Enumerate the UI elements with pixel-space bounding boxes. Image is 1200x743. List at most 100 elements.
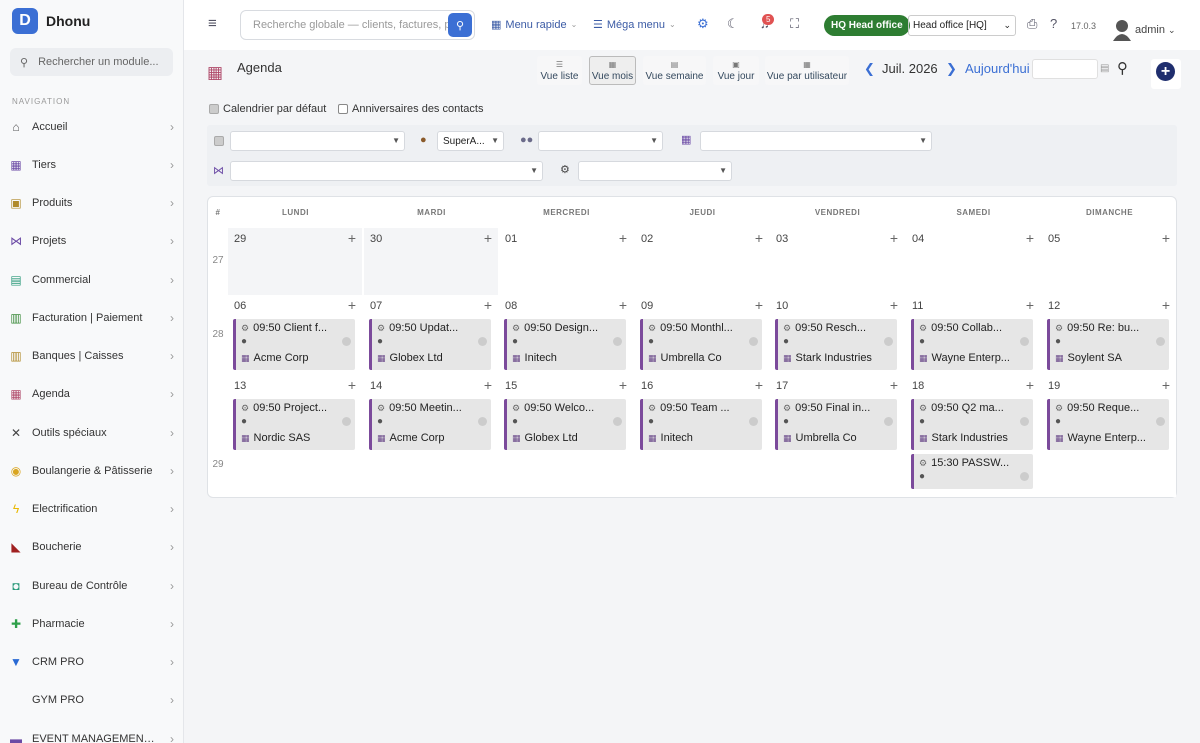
event-card[interactable]: ⚙ 09:50 Final in... ● ▦ Umbrella Co bbox=[775, 399, 897, 450]
sidebar-item-projets[interactable]: ⋈ Projets › bbox=[0, 231, 183, 251]
sidebar-item-outils-sp-ciaux[interactable]: ✕ Outils spéciaux › bbox=[0, 423, 183, 443]
mega-menu-button[interactable]: ☰ Méga menu ⌄ bbox=[593, 18, 676, 32]
add-event-button[interactable]: + bbox=[1156, 62, 1175, 81]
sidebar-item-event-management-p[interactable]: ▬ EVENT MANAGEMENT P... › bbox=[0, 729, 183, 743]
event-card[interactable]: ⚙ 09:50 Updat... ● ▦ Globex Ltd bbox=[369, 319, 491, 370]
next-month-button[interactable]: ❯ bbox=[946, 61, 957, 77]
day-cell[interactable]: 18 + ⚙ 09:50 Q2 ma... ● ▦ Stark Industries ⚙ 15:… bbox=[906, 375, 1040, 497]
default-calendar-checkbox[interactable]: Calendrier par défaut bbox=[209, 103, 326, 115]
event-card[interactable]: ⚙ 09:50 Collab... ● ▦ Wayne Enterp... bbox=[911, 319, 1033, 370]
menu-rapide-button[interactable]: ▦ Menu rapide ⌄ bbox=[491, 18, 577, 32]
birthdays-checkbox[interactable]: Anniversaires des contacts bbox=[338, 103, 483, 115]
sidebar-item-bureau-de-contr-le[interactable]: ◘ Bureau de Contrôle › bbox=[0, 576, 183, 596]
filter-company-select[interactable]: ▼ bbox=[700, 131, 932, 151]
day-cell[interactable]: 14 + ⚙ 09:50 Meetin... ● ▦ Acme Corp bbox=[364, 375, 498, 497]
sidebar-item-crm-pro[interactable]: ▼ CRM PRO › bbox=[0, 652, 183, 672]
day-cell[interactable]: 16 + ⚙ 09:50 Team ... ● ▦ Initech bbox=[635, 375, 769, 497]
day-cell[interactable]: 29 + bbox=[228, 228, 362, 295]
filter-type-select[interactable]: ▼ bbox=[230, 131, 405, 151]
add-event-plus-icon[interactable]: + bbox=[1162, 230, 1170, 246]
sidebar-item-gym-pro[interactable]: GYM PRO › bbox=[0, 690, 183, 710]
sidebar-item-banques-caisses[interactable]: ▥ Banques | Caisses › bbox=[0, 346, 183, 366]
day-cell[interactable]: 07 + ⚙ 09:50 Updat... ● ▦ Globex Ltd bbox=[364, 295, 498, 375]
filter-status-select[interactable]: ▼ bbox=[578, 161, 732, 181]
add-event-plus-icon[interactable]: + bbox=[890, 297, 898, 313]
print-icon[interactable]: ⎙ bbox=[1027, 16, 1037, 32]
user-menu[interactable]: admin ⌄ bbox=[1135, 24, 1176, 36]
add-event-plus-icon[interactable]: + bbox=[755, 297, 763, 313]
event-card[interactable]: ⚙ 15:30 PASSW... ● bbox=[911, 454, 1033, 489]
add-event-plus-icon[interactable]: + bbox=[619, 230, 627, 246]
sidebar-item-facturation-paiement[interactable]: ▥ Facturation | Paiement › bbox=[0, 308, 183, 328]
add-event-plus-icon[interactable]: + bbox=[484, 377, 492, 393]
event-card[interactable]: ⚙ 09:50 Monthl... ● ▦ Umbrella Co bbox=[640, 319, 762, 370]
add-event-plus-icon[interactable]: + bbox=[890, 230, 898, 246]
sidebar-item-pharmacie[interactable]: ✚ Pharmacie › bbox=[0, 614, 183, 634]
event-card[interactable]: ⚙ 09:50 Team ... ● ▦ Initech bbox=[640, 399, 762, 450]
day-cell[interactable]: 05 + bbox=[1042, 228, 1176, 295]
add-event-plus-icon[interactable]: + bbox=[619, 377, 627, 393]
add-event-plus-icon[interactable]: + bbox=[755, 230, 763, 246]
sidebar-item-agenda[interactable]: ▦ Agenda › bbox=[0, 384, 183, 404]
day-cell[interactable]: 19 + ⚙ 09:50 Reque... ● ▦ Wayne Enterp... bbox=[1042, 375, 1176, 497]
add-event-plus-icon[interactable]: + bbox=[484, 230, 492, 246]
sidebar-item-accueil[interactable]: ⌂ Accueil › bbox=[0, 117, 183, 137]
day-cell[interactable]: 11 + ⚙ 09:50 Collab... ● ▦ Wayne Enterp... bbox=[906, 295, 1040, 375]
day-cell[interactable]: 12 + ⚙ 09:50 Re: bu... ● ▦ Soylent SA bbox=[1042, 295, 1176, 375]
checkbox-unchecked[interactable] bbox=[338, 104, 348, 114]
checkbox-checked[interactable] bbox=[209, 104, 219, 114]
add-event-plus-icon[interactable]: + bbox=[348, 230, 356, 246]
view-per-user-button[interactable]: ▦ Vue par utilisateur bbox=[765, 56, 849, 85]
day-cell[interactable]: 06 + ⚙ 09:50 Client f... ● ▦ Acme Corp bbox=[228, 295, 362, 375]
add-event-plus-icon[interactable]: + bbox=[348, 297, 356, 313]
hamburger-icon[interactable]: ≡ bbox=[208, 15, 217, 32]
add-event-plus-icon[interactable]: + bbox=[1162, 297, 1170, 313]
entity-select[interactable]: Head office [HQ] ⌄ bbox=[908, 15, 1016, 36]
event-card[interactable]: ⚙ 09:50 Design... ● ▦ Initech bbox=[504, 319, 626, 370]
event-card[interactable]: ⚙ 09:50 Meetin... ● ▦ Acme Corp bbox=[369, 399, 491, 450]
settings-gear-icon[interactable]: ⚙ bbox=[697, 16, 709, 32]
view-list-button[interactable]: ☰ Vue liste bbox=[537, 56, 582, 85]
add-event-plus-icon[interactable]: + bbox=[348, 377, 356, 393]
day-cell[interactable]: 10 + ⚙ 09:50 Resch... ● ▦ Stark Industries bbox=[770, 295, 904, 375]
add-event-plus-icon[interactable]: + bbox=[1026, 297, 1034, 313]
sidebar-item-boulangerie-p-tisserie[interactable]: ◉ Boulangerie & Pâtisserie › bbox=[0, 461, 183, 481]
help-icon[interactable]: ? bbox=[1050, 16, 1057, 31]
event-card[interactable]: ⚙ 09:50 Resch... ● ▦ Stark Industries bbox=[775, 319, 897, 370]
sidebar-item-electrification[interactable]: ϟ Electrification › bbox=[0, 499, 183, 519]
day-cell[interactable]: 13 + ⚙ 09:50 Project... ● ▦ Nordic SAS bbox=[228, 375, 362, 497]
prev-month-button[interactable]: ❮ bbox=[864, 61, 875, 77]
event-card[interactable]: ⚙ 09:50 Reque... ● ▦ Wayne Enterp... bbox=[1047, 399, 1169, 450]
sidebar-item-tiers[interactable]: ▦ Tiers › bbox=[0, 155, 183, 175]
add-event-plus-icon[interactable]: + bbox=[1162, 377, 1170, 393]
day-cell[interactable]: 04 + bbox=[906, 228, 1040, 295]
view-day-button[interactable]: ▣ Vue jour bbox=[713, 56, 759, 85]
day-cell[interactable]: 30 + bbox=[364, 228, 498, 295]
filter-checkbox[interactable] bbox=[214, 136, 224, 146]
avatar[interactable] bbox=[1112, 19, 1132, 41]
event-card[interactable]: ⚙ 09:50 Re: bu... ● ▦ Soylent SA bbox=[1047, 319, 1169, 370]
date-picker-icon[interactable]: ▤ bbox=[1100, 63, 1109, 74]
view-week-button[interactable]: ▤ Vue semaine bbox=[643, 56, 706, 85]
add-event-plus-icon[interactable]: + bbox=[484, 297, 492, 313]
event-card[interactable]: ⚙ 09:50 Client f... ● ▦ Acme Corp bbox=[233, 319, 355, 370]
event-card[interactable]: ⚙ 09:50 Q2 ma... ● ▦ Stark Industries bbox=[911, 399, 1033, 450]
sidebar-item-boucherie[interactable]: ◣ Boucherie › bbox=[0, 537, 183, 557]
sidebar-item-commercial[interactable]: ▤ Commercial › bbox=[0, 270, 183, 290]
add-event-plus-icon[interactable]: + bbox=[755, 377, 763, 393]
day-cell[interactable]: 03 + bbox=[770, 228, 904, 295]
day-cell[interactable]: 08 + ⚙ 09:50 Design... ● ▦ Initech bbox=[499, 295, 633, 375]
module-search-input[interactable]: ⚲ Rechercher un module... bbox=[10, 48, 173, 76]
sidebar-item-produits[interactable]: ▣ Produits › bbox=[0, 193, 183, 213]
add-event-plus-icon[interactable]: + bbox=[890, 377, 898, 393]
filter-project-select[interactable]: ▼ bbox=[230, 161, 543, 181]
add-event-plus-icon[interactable]: + bbox=[1026, 377, 1034, 393]
filter-group-select[interactable]: ▼ bbox=[538, 131, 663, 151]
global-search-input[interactable]: Recherche globale — clients, factures, p… bbox=[240, 10, 475, 40]
filter-user-select[interactable]: SuperA... ▼ bbox=[437, 131, 504, 151]
day-cell[interactable]: 17 + ⚙ 09:50 Final in... ● ▦ Umbrella Co bbox=[770, 375, 904, 497]
add-event-plus-icon[interactable]: + bbox=[619, 297, 627, 313]
date-input[interactable] bbox=[1032, 59, 1098, 79]
add-event-plus-icon[interactable]: + bbox=[1026, 230, 1034, 246]
event-card[interactable]: ⚙ 09:50 Welco... ● ▦ Globex Ltd bbox=[504, 399, 626, 450]
